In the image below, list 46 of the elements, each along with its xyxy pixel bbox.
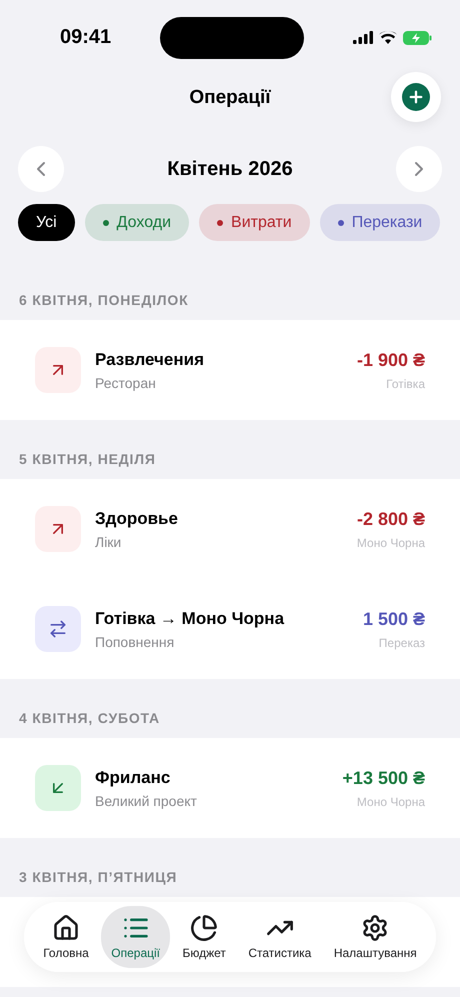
transaction-amount: +13 500 ₴: [342, 768, 425, 788]
wifi-icon: [379, 31, 397, 44]
transaction-category: Ресторан: [95, 374, 157, 390]
transaction-title: Развлечения: [95, 350, 206, 370]
transaction-title: Здоровье: [95, 508, 179, 528]
transaction-account: Готівка: [386, 376, 425, 390]
date-header: 4 КВІТНЯ, СУБОТА: [19, 710, 160, 726]
transaction-account: Моно Чорна: [356, 536, 425, 550]
transaction-amount: -2 800 ₴: [356, 508, 425, 530]
dot-icon: [338, 220, 344, 226]
dot-icon: [102, 220, 109, 226]
previous-month-button[interactable]: [18, 146, 64, 192]
transaction-amount: 1 500 ₴: [362, 608, 425, 630]
plus-icon: [407, 88, 425, 106]
tab-item[interactable]: Головна: [33, 906, 99, 968]
add-button[interactable]: [391, 72, 441, 122]
filter-chip[interactable]: Витрати: [199, 204, 310, 241]
transaction-category: Поповнення: [95, 634, 176, 650]
transaction-title: Фриланс: [95, 768, 172, 788]
pie-chart-icon: [190, 914, 218, 942]
swap-arrows-icon: [48, 619, 68, 639]
filter-chip[interactable]: Доходи: [84, 204, 190, 241]
tab-item[interactable]: Операції: [101, 906, 170, 968]
page-title: Операції: [189, 86, 271, 108]
tab-item[interactable]: Налаштування: [324, 906, 427, 968]
date-header: 3 КВІТНЯ, П’ЯТНИЦЯ: [19, 869, 178, 885]
filter-chip[interactable]: Усі: [18, 204, 75, 241]
battery-charging-icon: [403, 30, 432, 44]
date-header: 6 КВІТНЯ, ПОНЕДІЛОК: [19, 292, 188, 308]
transaction-account: Переказ: [378, 636, 425, 650]
transaction-amount: -1 900 ₴: [356, 350, 425, 370]
tab-item[interactable]: Бюджет: [172, 906, 236, 968]
next-month-button[interactable]: [396, 146, 442, 192]
signal-icon: [353, 31, 373, 44]
month-label: Квітень 2026: [167, 158, 293, 180]
transaction-account: Моно Чорна: [356, 794, 425, 808]
settings-icon: [361, 914, 390, 942]
filter-chip[interactable]: Перекази: [320, 204, 440, 241]
dot-icon: [217, 220, 224, 226]
tab-item[interactable]: Статистика: [238, 906, 322, 968]
status-time: 09:41: [60, 26, 112, 49]
transaction-title: Готівка → Моно Чорна: [95, 608, 286, 628]
date-header: 5 КВІТНЯ, НЕДІЛЯ: [19, 451, 156, 467]
transaction-category: Великий проект: [95, 792, 198, 808]
transaction-category: Ліки: [95, 534, 122, 550]
home-icon: [52, 914, 80, 942]
